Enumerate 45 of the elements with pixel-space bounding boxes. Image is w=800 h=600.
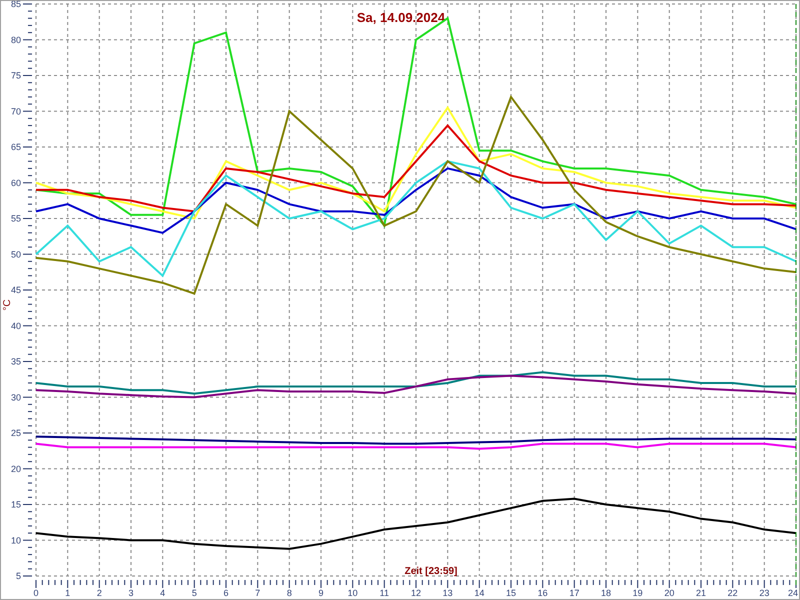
tick-label: 5	[192, 588, 197, 598]
axis-label: Zeit [23:59]	[404, 566, 458, 577]
tick-label: 25	[10, 428, 21, 438]
tick-label: 15	[10, 500, 21, 510]
tick-label: 13	[442, 588, 453, 598]
tick-label: 17	[569, 588, 580, 598]
tick-label: 40	[10, 320, 21, 331]
tick-label: 20	[10, 464, 21, 474]
tick-label: 60	[10, 178, 21, 188]
tick-label: 18	[601, 588, 611, 598]
tick-label: 65	[10, 142, 21, 152]
tick-label: 9	[318, 588, 324, 598]
tick-label: 21	[696, 588, 706, 598]
tick-label: 23	[759, 588, 770, 598]
tick-label: 7	[255, 588, 260, 598]
chart-title: Sa, 14.09.2024	[356, 10, 446, 25]
tick-label: 75	[10, 70, 21, 80]
tick-label: 10	[10, 535, 21, 546]
tick-label: 12	[411, 588, 421, 598]
tick-label: 15	[506, 588, 516, 598]
tick-label: 35	[10, 356, 21, 366]
tick-label: 2	[96, 588, 102, 598]
tick-label: 5	[16, 571, 21, 581]
tick-label: 10	[348, 588, 358, 598]
tick-label: 55	[10, 214, 21, 224]
tick-label: 85	[10, 1, 21, 9]
tick-label: 4	[160, 588, 166, 598]
tick-label: 70	[10, 106, 21, 116]
tick-label: 16	[538, 588, 548, 598]
tick-label: 45	[10, 285, 21, 295]
tick-label: 8	[286, 588, 292, 598]
tick-label: 20	[664, 588, 674, 598]
tick-label: 22	[728, 588, 738, 598]
tick-label: 80	[10, 34, 21, 45]
tick-label: 14	[474, 588, 484, 598]
tick-label: 1	[65, 588, 70, 598]
tick-label: 3	[128, 588, 134, 598]
tick-label: 19	[632, 588, 643, 598]
axis-label: °C	[2, 299, 13, 311]
tick-label: 6	[224, 588, 228, 598]
tick-label: 0	[34, 588, 38, 598]
tick-label: 30	[10, 392, 21, 402]
tick-label: 11	[380, 588, 389, 598]
tick-label: 24	[788, 588, 798, 598]
tick-label: 50	[10, 249, 21, 260]
